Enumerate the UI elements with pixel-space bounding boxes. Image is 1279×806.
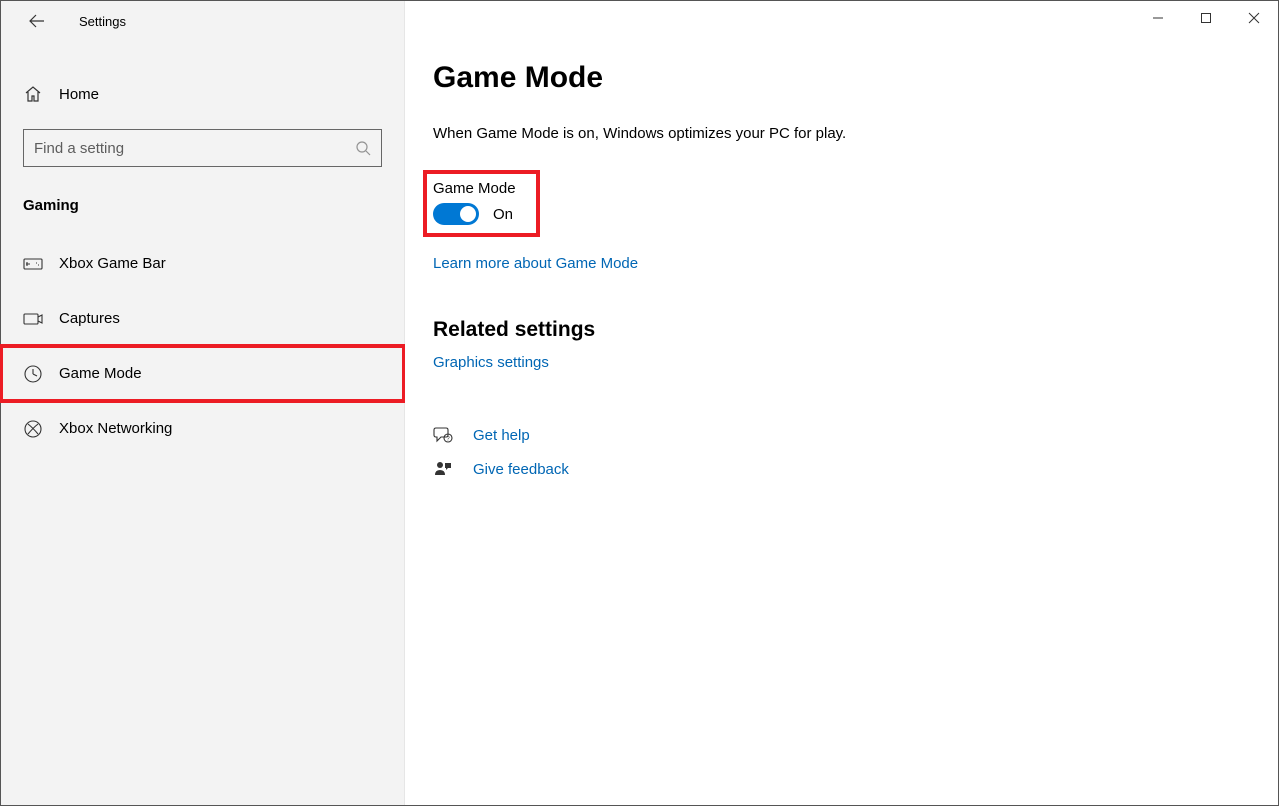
sidebar-item-label: Xbox Game Bar: [59, 255, 166, 272]
minimize-icon: [1152, 12, 1164, 24]
page-description: When Game Mode is on, Windows optimizes …: [433, 125, 1278, 142]
maximize-icon: [1200, 12, 1212, 24]
learn-more-link[interactable]: Learn more about Game Mode: [433, 255, 638, 272]
close-icon: [1248, 12, 1260, 24]
sidebar-item-xbox-networking[interactable]: Xbox Networking: [1, 401, 404, 456]
sidebar: Settings Home Gaming Xbox Game Bar: [1, 1, 405, 805]
help-icon: ?: [433, 425, 453, 445]
app-title: Settings: [79, 14, 126, 29]
give-feedback-link[interactable]: Give feedback: [473, 461, 569, 478]
captures-icon: [23, 309, 43, 329]
page-title: Game Mode: [433, 61, 1278, 95]
close-button[interactable]: [1230, 1, 1278, 35]
window-controls: [1134, 1, 1278, 35]
feedback-icon: [433, 459, 453, 479]
home-label: Home: [59, 86, 99, 103]
get-help-row[interactable]: ? Get help: [433, 425, 1278, 445]
back-button[interactable]: [21, 5, 53, 37]
content: Game Mode When Game Mode is on, Windows …: [405, 1, 1278, 805]
graphics-settings-link[interactable]: Graphics settings: [433, 354, 549, 371]
maximize-button[interactable]: [1182, 1, 1230, 35]
sidebar-item-label: Xbox Networking: [59, 420, 172, 437]
sidebar-item-captures[interactable]: Captures: [1, 291, 404, 346]
search-box[interactable]: [23, 129, 382, 167]
search-input[interactable]: [34, 140, 355, 157]
get-help-link[interactable]: Get help: [473, 427, 530, 444]
sidebar-category: Gaming: [23, 197, 382, 214]
gamebar-icon: [23, 254, 43, 274]
game-mode-toggle[interactable]: [433, 203, 479, 225]
give-feedback-row[interactable]: Give feedback: [433, 459, 1278, 479]
sidebar-home[interactable]: Home: [1, 69, 404, 119]
xbox-icon: [23, 419, 43, 439]
toggle-knob: [460, 206, 476, 222]
toggle-state: On: [493, 206, 513, 223]
home-icon: [23, 84, 43, 104]
sidebar-item-game-mode[interactable]: Game Mode: [1, 346, 404, 401]
arrow-left-icon: [29, 13, 45, 29]
sidebar-item-label: Game Mode: [59, 365, 142, 382]
minimize-button[interactable]: [1134, 1, 1182, 35]
sidebar-item-label: Captures: [59, 310, 120, 327]
related-settings-heading: Related settings: [433, 318, 1278, 342]
titlebar: Settings: [1, 1, 404, 41]
game-mode-toggle-block: Game Mode On: [427, 174, 536, 233]
gamemode-icon: [23, 364, 43, 384]
search-icon: [355, 140, 371, 156]
sidebar-item-xbox-game-bar[interactable]: Xbox Game Bar: [1, 236, 404, 291]
toggle-label: Game Mode: [433, 180, 516, 197]
